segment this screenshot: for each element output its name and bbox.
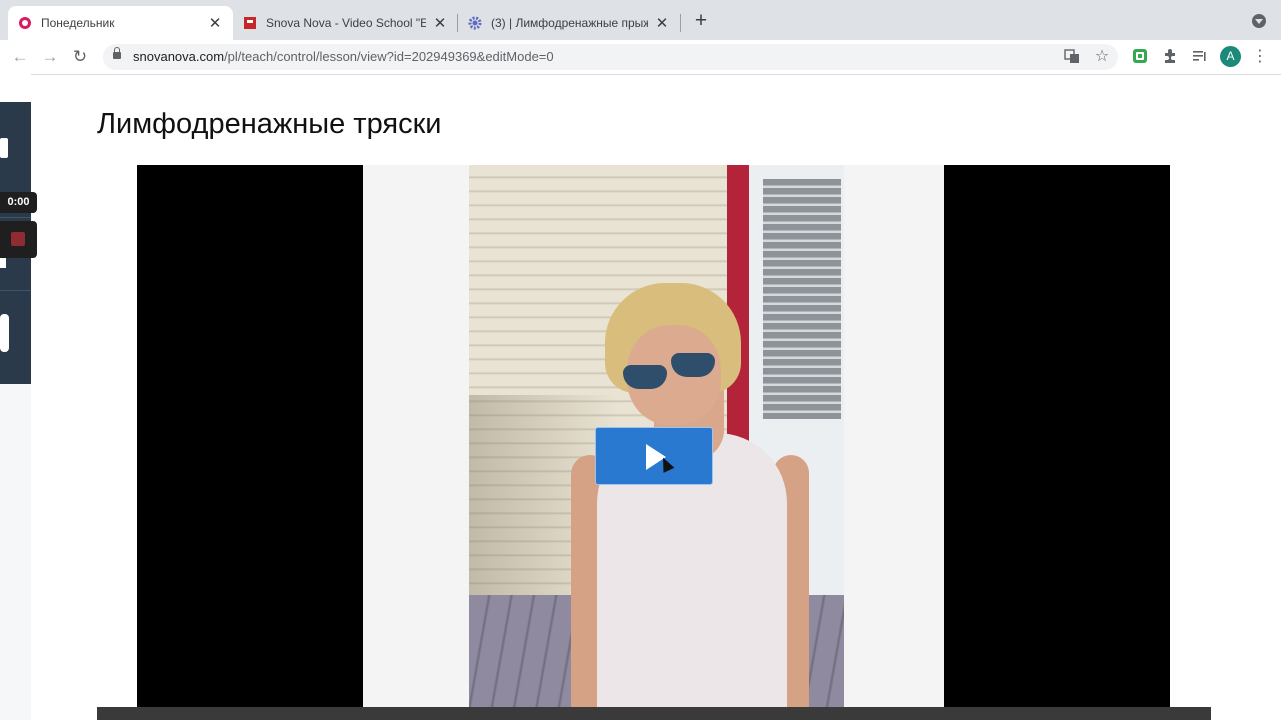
play-button[interactable] — [595, 427, 713, 485]
extension-green-icon[interactable] — [1131, 48, 1149, 66]
back-arrow-icon[interactable]: ← — [10, 47, 30, 67]
tab-strip: Понедельник ✕ Snova Nova - Video School … — [0, 0, 1281, 40]
tab-title: (3) | Лимфодренажные прыж — [491, 16, 648, 30]
panel-lower-area — [0, 384, 31, 720]
side-panel-top — [0, 74, 31, 102]
panel-glyph-icon — [0, 312, 10, 361]
translate-icon[interactable] — [1063, 48, 1081, 66]
close-tab-icon[interactable]: ✕ — [654, 15, 670, 32]
lesson-title: Лимфодренажные тряски — [97, 108, 442, 140]
tab-title: Snova Nova - Video School "Ell — [266, 16, 426, 30]
panel-glyph-icon — [0, 134, 10, 167]
bookmark-star-icon[interactable]: ☆ — [1093, 48, 1111, 66]
tab-limfodrenazh[interactable]: (3) | Лимфодренажные прыж ✕ — [458, 6, 680, 40]
scene-window-blinds — [763, 179, 841, 419]
tab-ponedelnik[interactable]: Понедельник ✕ — [8, 6, 233, 40]
address-bar[interactable]: snovanova.com/pl/teach/control/lesson/vi… — [103, 44, 1118, 70]
reload-icon[interactable]: ↻ — [70, 47, 90, 67]
gear-favicon-icon — [468, 16, 482, 30]
close-tab-icon[interactable]: ✕ — [207, 15, 223, 32]
url-path: /pl/teach/control/lesson/view?id=2029493… — [224, 49, 554, 64]
url-host: snovanova.com — [133, 49, 225, 64]
tab-title: Понедельник — [41, 16, 115, 30]
media-queue-icon[interactable] — [1191, 48, 1209, 66]
stop-recording-button[interactable] — [0, 221, 37, 258]
forward-arrow-icon[interactable]: → — [40, 47, 60, 67]
tab-search-icon[interactable] — [1252, 14, 1266, 28]
puzzle-icon[interactable] — [1161, 48, 1179, 66]
circle-favicon-icon — [18, 16, 32, 30]
browser-toolbar: ← → ↻ snovanova.com/pl/teach/control/les… — [0, 40, 1281, 75]
lock-icon — [113, 47, 121, 59]
tab-snova-nova[interactable]: Snova Nova - Video School "Ell ✕ — [233, 6, 458, 40]
side-panel — [0, 74, 31, 720]
close-tab-icon[interactable]: ✕ — [432, 15, 448, 32]
scene-sunglasses — [671, 353, 715, 377]
more-menu-icon[interactable]: ⋮ — [1251, 48, 1269, 66]
panel-divider — [0, 290, 31, 291]
recording-timer: 0:00 — [0, 192, 37, 213]
panel-divider — [0, 217, 31, 218]
url-text: snovanova.com/pl/teach/control/lesson/vi… — [133, 49, 554, 64]
video-control-bar[interactable] — [97, 707, 1211, 720]
video-player[interactable] — [137, 165, 1170, 720]
flag-favicon-icon — [243, 16, 257, 30]
profile-avatar[interactable]: A — [1220, 46, 1241, 67]
scene-sunglasses — [623, 365, 667, 389]
new-tab-button[interactable]: + — [691, 10, 711, 32]
tab-separator — [680, 14, 681, 32]
